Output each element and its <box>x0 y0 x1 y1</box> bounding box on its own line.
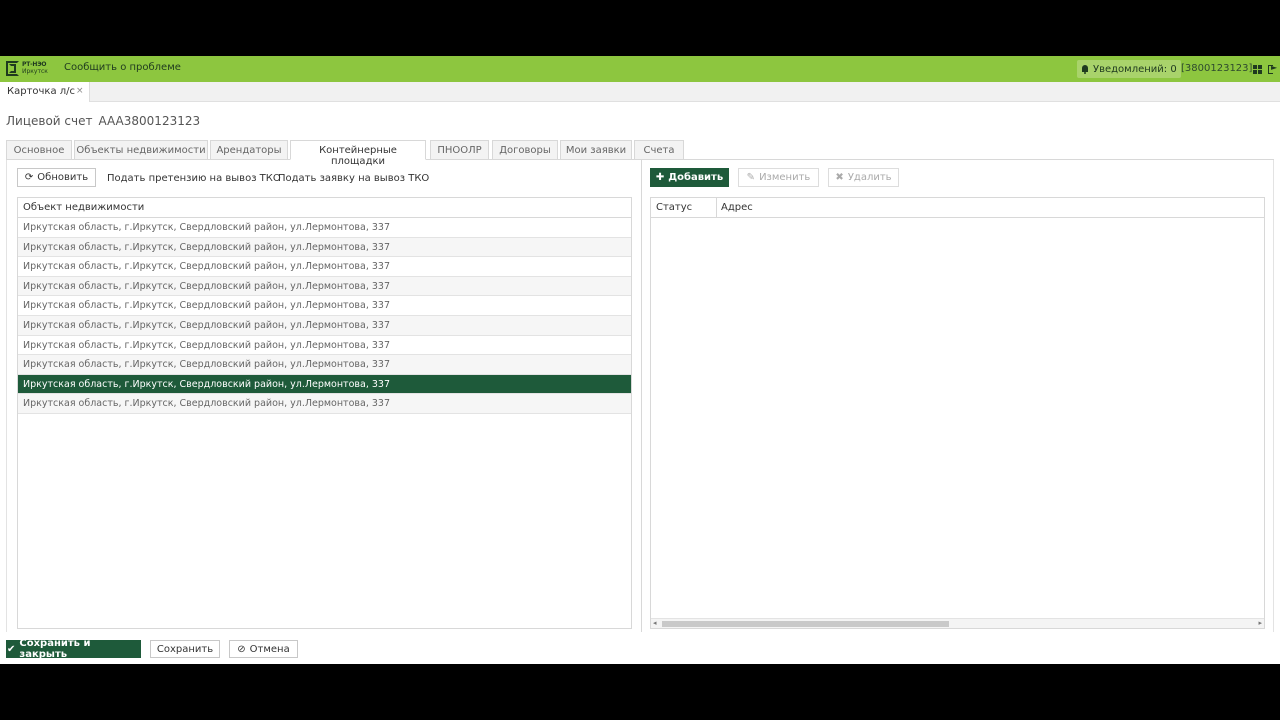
refresh-icon: ⟳ <box>24 172 34 183</box>
save-and-close-button[interactable]: ✔ Сохранить и закрыть <box>6 638 141 660</box>
table-row[interactable]: Иркутская область, г.Иркутск, Свердловск… <box>18 355 631 375</box>
scroll-left-icon[interactable]: ◂ <box>653 619 657 627</box>
column-header-object[interactable]: Объект недвижимости <box>23 202 144 213</box>
column-header-status[interactable]: Статус <box>656 202 692 213</box>
delete-button[interactable]: ✖ Удалить <box>828 168 899 187</box>
logo-mark-inner <box>9 64 16 73</box>
report-problem-link[interactable]: Сообщить о проблеме <box>64 62 181 73</box>
scrollbar-thumb[interactable] <box>662 621 949 627</box>
app-window: РТ-НЭО Иркутск Сообщить о проблеме Уведо… <box>0 56 1280 664</box>
save-and-close-label: Сохранить и закрыть <box>19 638 91 660</box>
submit-request-link[interactable]: Подать заявку на вывоз ТКО <box>278 173 429 184</box>
scroll-right-icon[interactable]: ▸ <box>1258 619 1262 627</box>
page-title: Лицевой счет AAA3800123123 <box>6 114 200 128</box>
cancel-icon: ⊘ <box>237 643 246 655</box>
account-label: Лицевой счет <box>6 114 93 128</box>
save-label: Сохранить <box>156 643 214 655</box>
submit-claim-link[interactable]: Подать претензию на вывоз ТКО <box>107 173 281 184</box>
container-sites-table: Статус Адрес ◂ ▸ <box>650 197 1265 629</box>
window-tab-strip: Карточка л/с × <box>0 82 1280 102</box>
top-bar: РТ-НЭО Иркутск Сообщить о проблеме Уведо… <box>0 56 1280 82</box>
tab-content: ⟳ Обновить Подать претензию на вывоз ТКО… <box>6 160 1274 632</box>
grid-icon[interactable] <box>1253 65 1262 74</box>
add-label: Добавить <box>668 172 724 183</box>
refresh-label: Обновить <box>37 172 89 183</box>
tab-contracts[interactable]: Договоры <box>492 140 558 160</box>
table-row[interactable]: Иркутская область, г.Иркутск, Свердловск… <box>18 257 631 277</box>
table-row[interactable]: Иркутская область, г.Иркутск, Свердловск… <box>18 394 631 414</box>
window-tab-label: Карточка л/с <box>7 86 76 97</box>
table-row[interactable]: Иркутская область, г.Иркутск, Свердловск… <box>18 315 631 336</box>
notifications-label: Уведомлений: 0 <box>1093 63 1177 75</box>
table-body: Иркутская область, г.Иркутск, Свердловск… <box>18 218 631 414</box>
table-row[interactable]: Иркутская область, г.Иркутск, Свердловск… <box>18 374 631 395</box>
delete-label: Удалить <box>847 172 892 183</box>
table-row[interactable]: Иркутская область, г.Иркутск, Свердловск… <box>18 336 631 356</box>
logo-text: РТ-НЭО <box>22 61 47 68</box>
delete-icon: ✖ <box>835 172 844 183</box>
edit-icon: ✎ <box>746 172 756 183</box>
cancel-label: Отмена <box>249 643 290 655</box>
table-row[interactable]: Иркутская область, г.Иркутск, Свердловск… <box>18 218 631 238</box>
edit-button[interactable]: ✎ Изменить <box>738 168 819 187</box>
notifications-button[interactable]: Уведомлений: 0 <box>1077 60 1181 78</box>
account-id[interactable]: [3800123123] <box>1181 63 1252 74</box>
real-estate-table: Объект недвижимости Иркутская область, г… <box>17 197 632 629</box>
refresh-button[interactable]: ⟳ Обновить <box>17 168 96 187</box>
exit-icon[interactable] <box>1268 63 1277 74</box>
column-separator <box>716 198 717 217</box>
pane-divider[interactable] <box>641 160 642 632</box>
tab-tenants[interactable]: Арендаторы <box>210 140 288 160</box>
company-logo[interactable]: РТ-НЭО Иркутск <box>6 61 48 78</box>
table-row[interactable]: Иркутская область, г.Иркутск, Свердловск… <box>18 296 631 316</box>
table-header: Объект недвижимости <box>18 198 631 218</box>
table-header: Статус Адрес <box>651 198 1264 218</box>
close-icon[interactable]: × <box>76 86 84 96</box>
tab-real-estate[interactable]: Объекты недвижимости <box>74 140 208 160</box>
horizontal-scrollbar[interactable]: ◂ ▸ <box>651 618 1264 628</box>
tab-pnoolr[interactable]: ПНООЛР <box>430 140 489 160</box>
add-button[interactable]: ✚ Добавить <box>650 168 729 187</box>
edit-label: Изменить <box>759 172 811 183</box>
bell-icon <box>1081 64 1089 74</box>
check-icon: ✔ <box>7 643 16 655</box>
logo-subtext: Иркутск <box>22 68 48 75</box>
plus-icon: ✚ <box>655 172 665 183</box>
tab-main[interactable]: Основное <box>6 140 72 160</box>
tab-invoices[interactable]: Счета <box>634 140 684 160</box>
save-button[interactable]: Сохранить <box>150 640 220 658</box>
table-row[interactable]: Иркутская область, г.Иркутск, Свердловск… <box>18 276 631 297</box>
table-row[interactable]: Иркутская область, г.Иркутск, Свердловск… <box>18 237 631 258</box>
tab-my-requests[interactable]: Мои заявки <box>560 140 632 160</box>
section-tabs: Основное Объекты недвижимости Арендаторы… <box>6 140 1274 167</box>
window-tab-account-card[interactable]: Карточка л/с × <box>0 82 90 102</box>
account-number: AAA3800123123 <box>98 114 201 128</box>
cancel-button[interactable]: ⊘ Отмена <box>229 640 298 658</box>
tab-container-sites[interactable]: Контейнерные площадки <box>290 140 426 167</box>
column-header-address[interactable]: Адрес <box>721 202 753 213</box>
